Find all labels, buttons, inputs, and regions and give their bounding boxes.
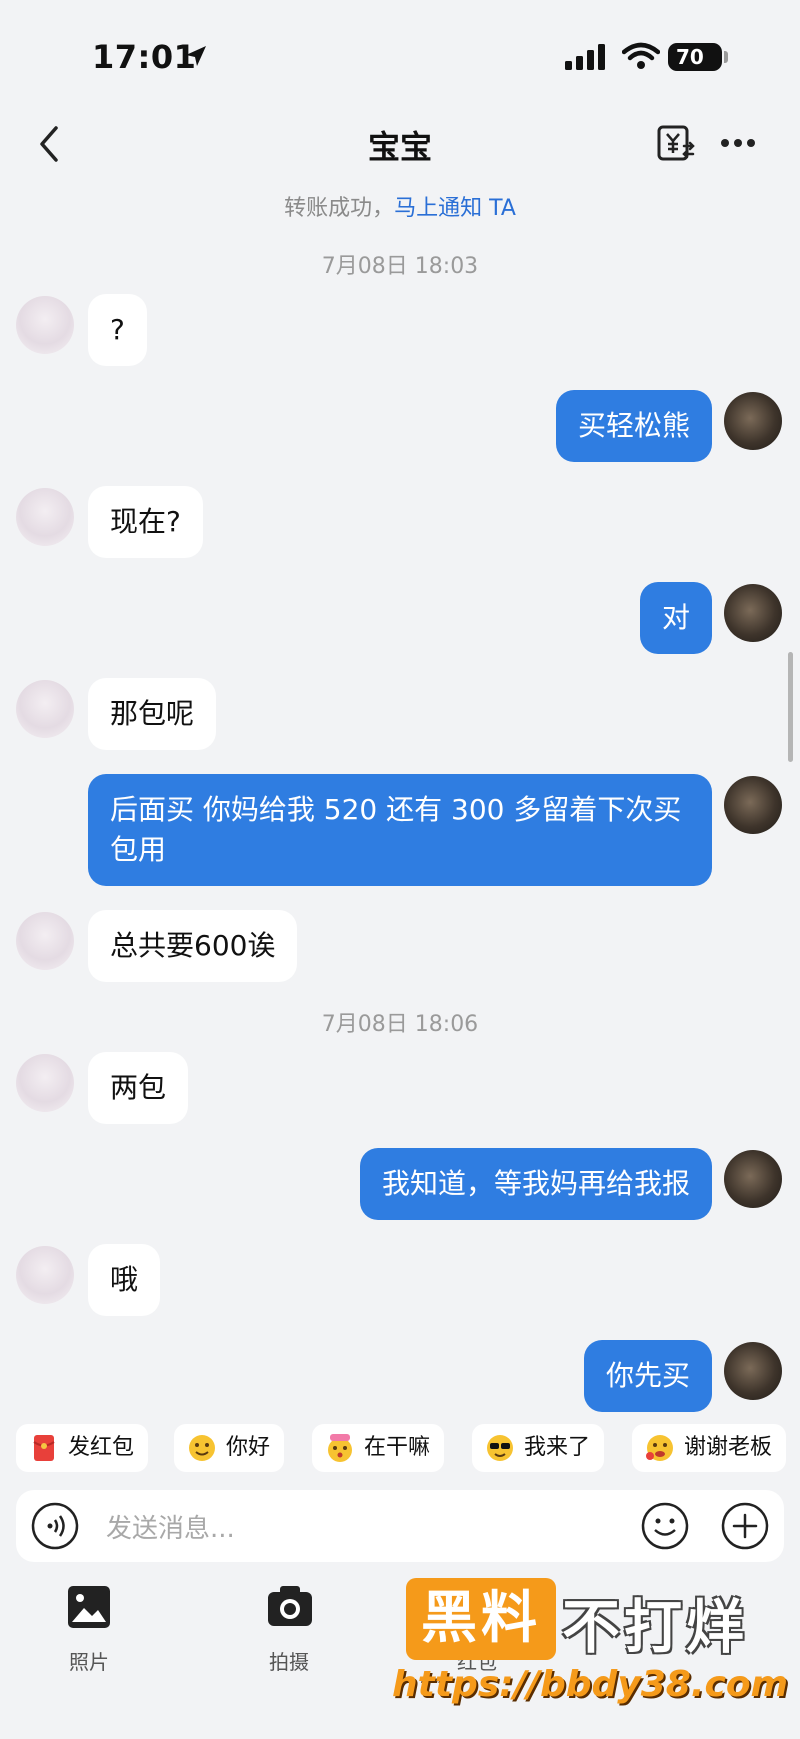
voice-input-icon[interactable] — [30, 1501, 80, 1551]
message-bubble-received[interactable]: 现在? — [88, 486, 203, 558]
what-doing-emoji-icon — [328, 1434, 352, 1462]
my-avatar[interactable] — [724, 1150, 782, 1208]
photo-icon[interactable] — [66, 1584, 112, 1630]
watermark-url: https://bbdy38.com — [392, 1664, 789, 1705]
timestamp: 7月08日 18:03 — [321, 254, 479, 279]
contact-avatar[interactable] — [16, 912, 74, 970]
chip-label: 在干嘛 — [364, 1435, 431, 1460]
chip-label: 我来了 — [524, 1435, 591, 1460]
transfer-money-icon[interactable] — [656, 124, 696, 164]
chip-label: 你好 — [226, 1435, 271, 1460]
message-bubble-sent[interactable]: 对 — [639, 582, 712, 654]
thanks-emoji-icon — [646, 1435, 673, 1461]
battery-tip — [724, 51, 728, 63]
contact-avatar[interactable] — [16, 296, 74, 354]
quick-reply-red-envelope[interactable]: 发红包 — [16, 1424, 149, 1472]
message-bubble-received[interactable]: 总共要600诶 — [88, 910, 298, 982]
quick-reply-what-doing[interactable]: 在干嘛 — [312, 1424, 445, 1472]
scrollbar[interactable] — [788, 652, 793, 762]
tool-camera-label[interactable]: 拍摄 — [244, 1646, 334, 1675]
my-avatar[interactable] — [724, 776, 782, 834]
message-bubble-received[interactable]: 那包呢 — [88, 678, 217, 750]
watermark-text: 不打烊 — [562, 1593, 749, 1661]
watermark-logo-box: 黑料 — [406, 1578, 556, 1660]
quick-reply-thanks-boss[interactable]: 谢谢老板 — [632, 1424, 787, 1472]
notice-text: 转账成功， — [284, 196, 395, 221]
cellular-signal-icon — [565, 44, 605, 70]
my-avatar[interactable] — [724, 1342, 782, 1400]
transfer-notice: 转账成功，马上通知 TA — [0, 190, 800, 222]
wifi-icon — [622, 42, 660, 69]
chip-label: 发红包 — [68, 1435, 135, 1460]
contact-avatar[interactable] — [16, 680, 74, 738]
quick-reply-coming[interactable]: 我来了 — [472, 1424, 605, 1472]
message-bubble-sent[interactable]: 买轻松熊 — [555, 390, 712, 462]
my-avatar[interactable] — [724, 392, 782, 450]
sunglasses-emoji-icon — [487, 1435, 513, 1461]
message-bubble-received[interactable]: 哦 — [88, 1244, 161, 1316]
contact-avatar[interactable] — [16, 488, 74, 546]
my-avatar[interactable] — [724, 584, 782, 642]
contact-avatar[interactable] — [16, 1246, 74, 1304]
more-actions-plus-icon[interactable] — [720, 1501, 770, 1551]
message-bubble-received[interactable]: 两包 — [88, 1052, 189, 1124]
hello-emoji-icon — [189, 1435, 215, 1461]
message-bubble-sent[interactable]: 后面买 你妈给我 520 还有 300 多留着下次买包用 — [88, 774, 712, 886]
red-envelope-icon — [33, 1435, 55, 1461]
quick-reply-hello[interactable]: 你好 — [174, 1424, 285, 1472]
emoji-picker-icon[interactable] — [640, 1501, 690, 1551]
message-input-field[interactable]: 发送消息... — [106, 1508, 235, 1545]
battery-indicator: 70 — [668, 43, 722, 71]
contact-avatar[interactable] — [16, 1054, 74, 1112]
more-options-icon[interactable] — [720, 138, 756, 148]
tool-photo-label[interactable]: 照片 — [44, 1646, 134, 1675]
timestamp: 7月08日 18:06 — [321, 1012, 479, 1037]
camera-icon[interactable] — [266, 1584, 314, 1628]
location-arrow-icon — [186, 46, 206, 66]
message-bubble-received[interactable]: ? — [88, 294, 147, 366]
status-time: 17:01 — [92, 38, 197, 76]
notify-link[interactable]: 马上通知 TA — [394, 196, 516, 221]
message-bubble-sent[interactable]: 你先买 — [583, 1340, 712, 1412]
message-bubble-sent[interactable]: 我知道，等我妈再给我报 — [359, 1148, 712, 1220]
chip-label: 谢谢老板 — [684, 1435, 773, 1460]
